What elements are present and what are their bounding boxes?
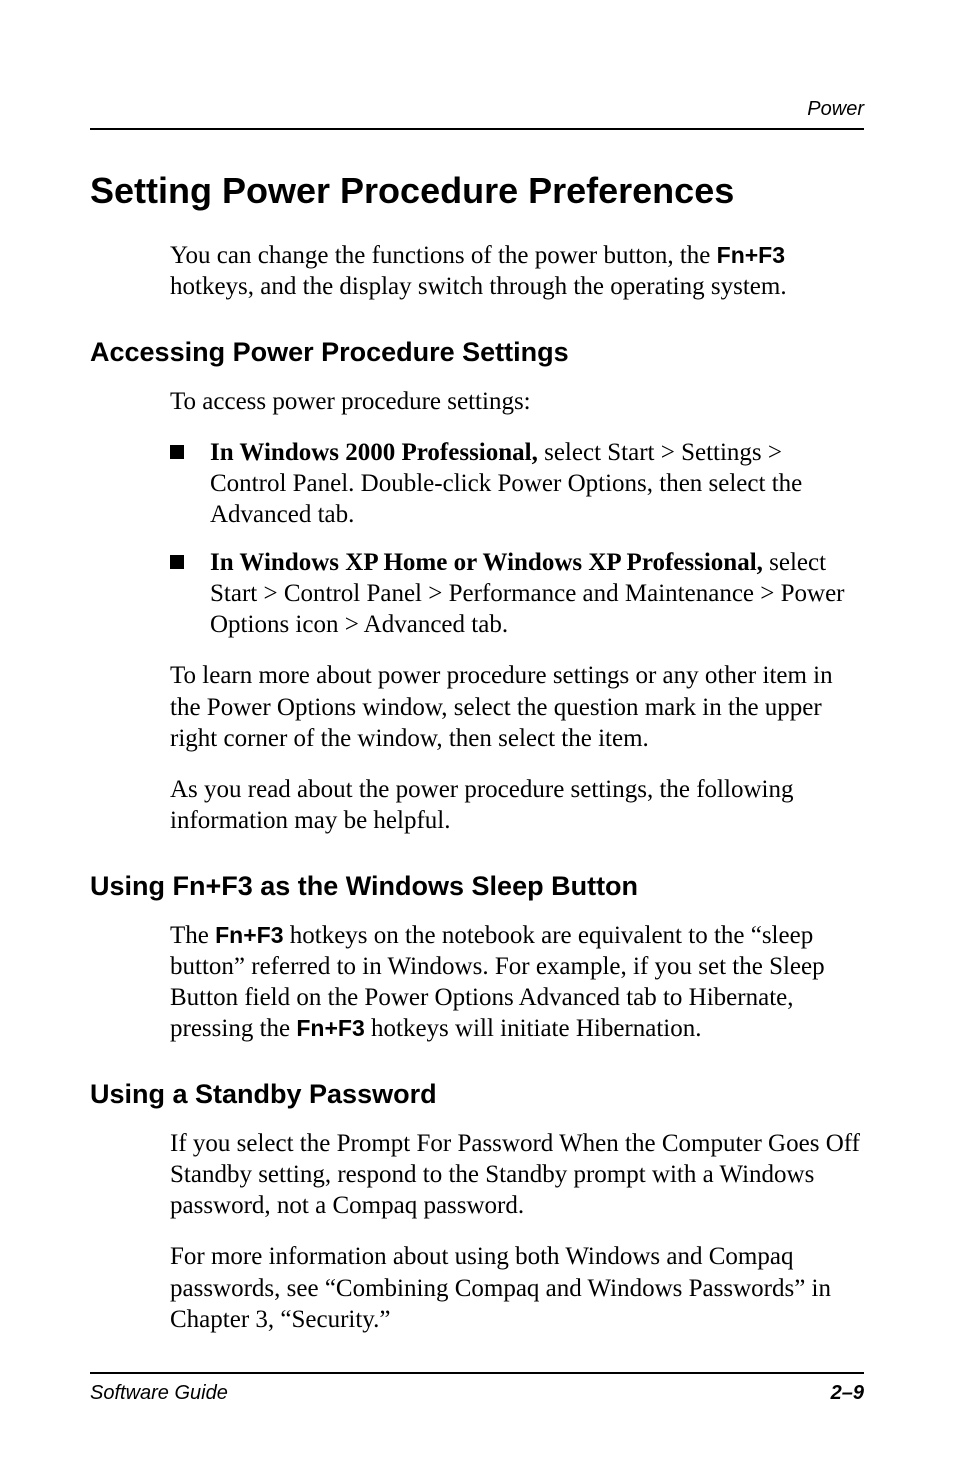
text: You can change the functions of the powe… — [170, 242, 717, 269]
access-intro: To access power procedure settings: — [170, 386, 864, 417]
hotkey-label: Fn+F3 — [717, 242, 785, 268]
page-number: 2–9 — [831, 1382, 864, 1405]
bullet-lead: In Windows XP Home or Windows XP Profess… — [210, 549, 763, 576]
hotkey-label: Fn+F3 — [296, 1015, 364, 1041]
subsection-heading-accessing: Accessing Power Procedure Settings — [90, 337, 864, 368]
footer-rule — [90, 1372, 864, 1374]
bullet-lead: In Windows 2000 Professional, — [210, 439, 538, 466]
bullet-list: In Windows 2000 Professional, select Sta… — [170, 437, 864, 641]
text: The — [170, 922, 215, 949]
text: hotkeys will initiate Hibernation. — [365, 1015, 702, 1042]
header-rule — [90, 128, 864, 130]
list-item: In Windows XP Home or Windows XP Profess… — [170, 547, 864, 641]
hotkey-label: Fn+F3 — [215, 922, 283, 948]
subsection-heading-fnf3: Using Fn+F3 as the Windows Sleep Button — [90, 871, 864, 902]
footer-title: Software Guide — [90, 1382, 228, 1405]
page-content: Setting Power Procedure Preferences You … — [90, 170, 864, 1335]
standby-paragraph-1: If you select the Prompt For Password Wh… — [170, 1128, 864, 1222]
list-item: In Windows 2000 Professional, select Sta… — [170, 437, 864, 531]
learn-more-paragraph: To learn more about power procedure sett… — [170, 660, 864, 754]
sleep-button-paragraph: The Fn+F3 hotkeys on the notebook are eq… — [170, 920, 864, 1045]
footer-row: Software Guide 2–9 — [90, 1382, 864, 1405]
intro-paragraph: You can change the functions of the powe… — [170, 240, 864, 303]
page-footer: Software Guide 2–9 — [90, 1372, 864, 1405]
as-you-read-paragraph: As you read about the power procedure se… — [170, 774, 864, 837]
running-head: Power — [807, 98, 864, 121]
text: hotkeys, and the display switch through … — [170, 273, 787, 300]
standby-paragraph-2: For more information about using both Wi… — [170, 1241, 864, 1335]
subsection-heading-standby: Using a Standby Password — [90, 1079, 864, 1110]
section-heading: Setting Power Procedure Preferences — [90, 170, 864, 212]
